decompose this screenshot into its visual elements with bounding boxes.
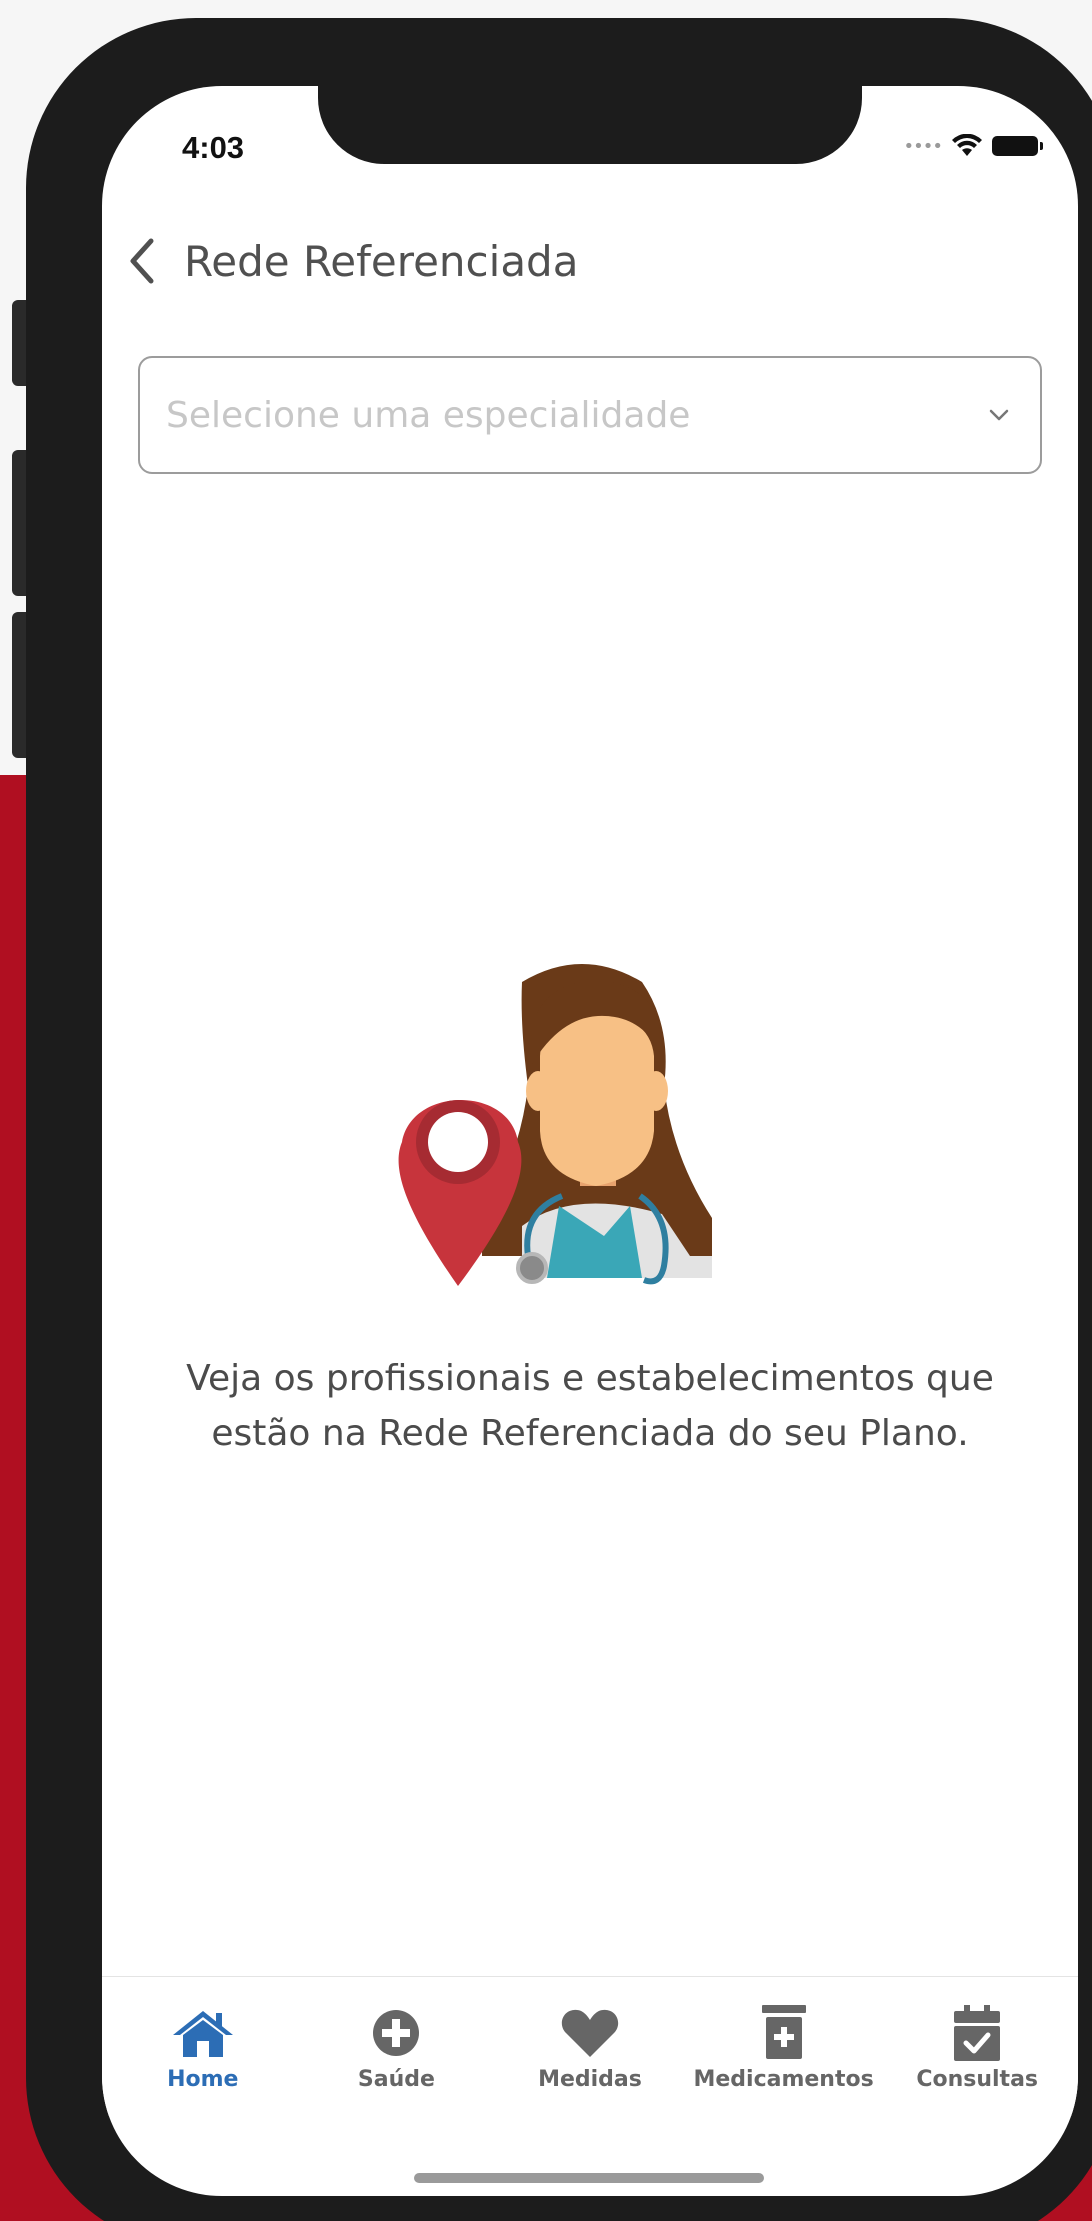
chevron-down-icon (989, 409, 1009, 421)
specialty-select-placeholder: Selecione uma especialidade (166, 394, 691, 436)
empty-state-line-1: Veja os profissionais e estabelecimentos… (186, 1358, 994, 1399)
calendar-check-icon (954, 2005, 1001, 2061)
signal-icon: •••• (903, 135, 943, 157)
battery-icon (992, 136, 1043, 156)
chevron-left-icon (130, 238, 154, 284)
page-title: Rede Referenciada (184, 236, 579, 286)
phone-screen: 4:03 •••• Rede Referenciada Selecione um… (102, 86, 1078, 2196)
doctor-location-illustration (398, 964, 712, 1286)
empty-state-description: Veja os profissionais e estabelecimentos… (142, 1351, 1038, 1461)
specialty-select[interactable]: Selecione uma especialidade (138, 356, 1042, 474)
tab-home[interactable]: Home (113, 1977, 293, 2116)
tab-medidas-label: Medidas (538, 2067, 642, 2092)
tab-saude-label: Saúde (357, 2067, 435, 2092)
heart-icon (561, 2009, 619, 2057)
back-button[interactable] (122, 236, 162, 286)
phone-frame: 4:03 •••• Rede Referenciada Selecione um… (26, 18, 1092, 2221)
tab-consultas[interactable]: Consultas (887, 1977, 1067, 2116)
tab-home-label: Home (167, 2067, 239, 2092)
status-icons: •••• (903, 134, 1043, 158)
tab-consultas-label: Consultas (916, 2067, 1039, 2092)
bottom-tab-bar: Home Saúde Medidas Medicamentos Consulta… (102, 1976, 1078, 2116)
status-time: 4:03 (182, 130, 245, 165)
medicine-bottle-icon (761, 2005, 806, 2059)
plus-circle-icon (373, 2010, 420, 2056)
wifi-icon (952, 134, 982, 156)
tab-medicamentos-label: Medicamentos (693, 2067, 874, 2092)
tab-medicamentos[interactable]: Medicamentos (693, 1977, 874, 2116)
tab-medidas[interactable]: Medidas (500, 1977, 680, 2116)
page-header: Rede Referenciada (122, 236, 578, 286)
home-icon (172, 2011, 233, 2057)
phone-notch (318, 86, 862, 164)
empty-state-line-2: estão na Rede Referenciada do seu Plano. (211, 1413, 969, 1454)
home-indicator (414, 2173, 764, 2183)
tab-saude[interactable]: Saúde (306, 1977, 486, 2116)
